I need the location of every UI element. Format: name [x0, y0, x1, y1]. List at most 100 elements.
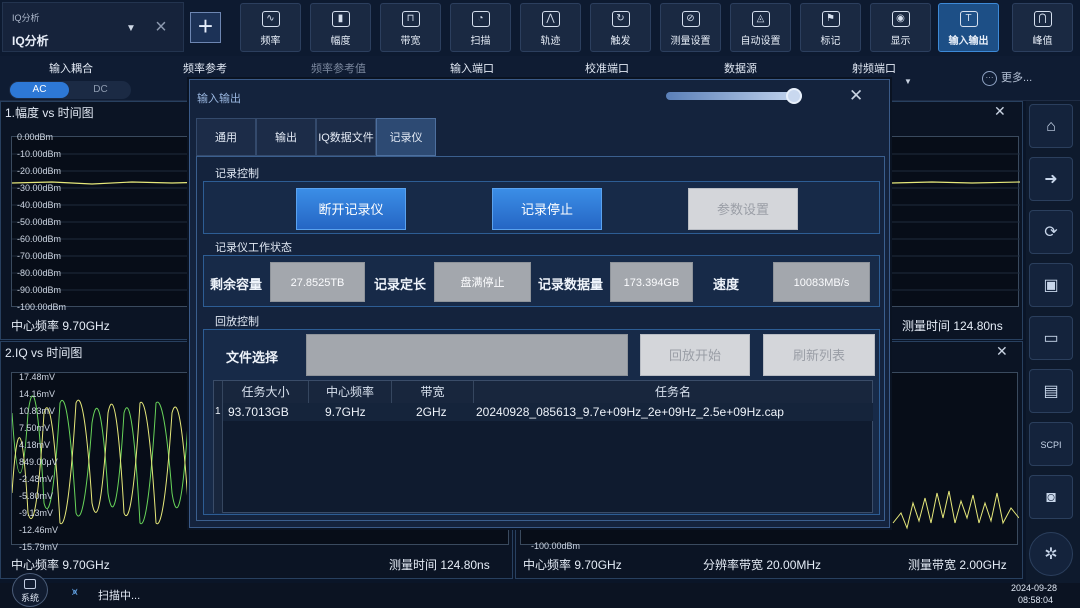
camera-icon[interactable]: ◙ [1029, 475, 1073, 519]
scan-status: 扫描中... [98, 590, 141, 602]
right-sidebar: ⌂ ➜ ⟳ ▣ ▭ ▤ SCPI ◙ ✲ [1026, 101, 1080, 583]
recorder-status-title: 记录仪工作状态 [215, 242, 292, 254]
freq-ref-label[interactable]: 频率参考 [183, 60, 227, 76]
row-task-name: 20240928_085613_9.7e+09Hz_2e+09Hz_2.5e+0… [476, 405, 784, 419]
close-mode-icon[interactable]: × [148, 14, 174, 40]
coupling-toggle[interactable]: AC DC [9, 81, 131, 99]
more-button[interactable]: ··· 更多... [982, 69, 1032, 86]
row-center-freq: 9.7GHz [325, 405, 366, 419]
system-button[interactable]: 系统 [12, 573, 48, 607]
column-header-size[interactable]: 任务大小 [223, 381, 309, 403]
chevron-down-icon: ▼ [904, 77, 912, 86]
mode-name: IQ分析 [12, 34, 49, 48]
resolution-bandwidth: 分辨率带宽 20.00MHz [703, 558, 822, 572]
settings-hub-icon[interactable]: ✲ [1029, 532, 1073, 576]
status-time: 08:58:04 [1018, 595, 1054, 605]
y-axis-label: -50.00dBm [17, 217, 62, 227]
cal-port-label[interactable]: 校准端口 [585, 60, 629, 76]
toolbar-label: 自动设置 [740, 36, 781, 47]
stop-recording-button[interactable]: 记录停止 [492, 188, 602, 230]
task-file-table[interactable]: 任务大小 中心频率 带宽 任务名 1 93.7013GB 9.7GHz 2GHz… [213, 380, 873, 513]
toolbar-button-trigger[interactable]: ↻ 触发 [590, 3, 651, 52]
disconnect-recorder-button[interactable]: 断开记录仪 [296, 188, 406, 230]
y-axis-label: -10.00dBm [17, 149, 62, 159]
rf-port-label[interactable]: 射频端口 [852, 60, 896, 76]
close-icon[interactable]: ✕ [996, 343, 1008, 360]
toolbar-label: 显示 [890, 36, 911, 47]
frequency-icon: ∿ [261, 11, 280, 27]
folder-icon[interactable]: ▭ [1029, 316, 1073, 360]
tab-recorder[interactable]: 记录仪 [376, 118, 436, 156]
column-header-bandwidth[interactable]: 带宽 [392, 381, 474, 403]
y-axis-label: -70.00dBm [17, 251, 62, 261]
y-axis-label: -15.79mV [19, 542, 59, 552]
toolbar-label: 测量设置 [670, 36, 711, 47]
system-icon [24, 579, 36, 589]
speed-value: 10083MB/s [773, 262, 870, 302]
table-corner [214, 381, 223, 403]
toolbar-button-peak[interactable]: ⋂ 峰值 [1012, 3, 1073, 52]
opacity-slider-handle[interactable] [786, 88, 802, 104]
freq-ref-value-label: 频率参考值 [311, 63, 366, 75]
trace-icon: ⋀ [541, 11, 560, 27]
system-label: 系统 [20, 593, 39, 603]
sweep-icon: ◔ [471, 11, 490, 27]
y-axis-label: 14.16mV [19, 389, 56, 399]
tab-general[interactable]: 通用 [196, 118, 256, 156]
record-control-title: 记录控制 [215, 168, 259, 180]
opacity-slider[interactable] [666, 92, 802, 100]
toolbar-button-frequency[interactable]: ∿ 频率 [240, 3, 301, 52]
row-bandwidth: 2GHz [416, 405, 447, 419]
preset-icon[interactable]: ⌂ [1029, 104, 1073, 148]
measure-time: 测量时间 124.80ns [902, 319, 1003, 333]
recorder-status-group: 剩余容量 27.8525TB 记录定长 盘满停止 记录数据量 173.394GB… [203, 255, 880, 307]
toolbar-label: 触发 [610, 36, 631, 47]
center-frequency: 中心频率 9.70GHz [11, 558, 110, 572]
ac-option[interactable]: AC [10, 82, 69, 98]
toolbar-button-measure-setup[interactable]: ⊘ 测量设置 [660, 3, 721, 52]
forward-icon[interactable]: ➜ [1029, 157, 1073, 201]
refresh-icon[interactable]: ⟳ [1029, 210, 1073, 254]
input-port-label[interactable]: 输入端口 [450, 60, 494, 76]
column-header-center-freq[interactable]: 中心频率 [309, 381, 392, 403]
panel-title: 2.IQ vs 时间图 [5, 346, 83, 360]
toolbar-label: 幅度 [330, 36, 351, 47]
parameter-settings-button[interactable]: 参数设置 [688, 188, 798, 230]
y-axis-label: 10.83mV [19, 406, 56, 416]
y-axis-label: -9.13mV [19, 508, 54, 518]
y-axis-label: -80.00dBm [17, 268, 62, 278]
marker-icon: ⚑ [821, 11, 840, 27]
y-axis-label: -2.48mV [19, 474, 54, 484]
y-axis-label: 7.50mV [19, 423, 51, 433]
column-header-task-name[interactable]: 任务名 [474, 381, 872, 403]
report-icon[interactable]: ▤ [1029, 369, 1073, 413]
more-label: 更多... [1001, 72, 1033, 84]
y-axis-label: -30.00dBm [17, 183, 62, 193]
refresh-list-button[interactable]: 刷新列表 [763, 334, 875, 376]
scpi-icon[interactable]: SCPI [1029, 422, 1073, 466]
toolbar-button-display[interactable]: ◉ 显示 [870, 3, 931, 52]
tab-iq-data-file[interactable]: IQ数据文件 [316, 118, 376, 156]
file-select-input[interactable] [306, 334, 628, 376]
fixed-length-value: 盘满停止 [434, 262, 531, 302]
toolbar-button-trace[interactable]: ⋀ 轨迹 [520, 3, 581, 52]
toolbar-button-sweep[interactable]: ◔ 扫描 [450, 3, 511, 52]
measure-time: 测量时间 124.80ns [389, 558, 490, 572]
close-icon[interactable]: ✕ [849, 86, 863, 106]
toolbar-button-marker[interactable]: ⚑ 标记 [800, 3, 861, 52]
add-mode-button[interactable]: + [190, 12, 221, 43]
toolbar-button-amplitude[interactable]: ▮ 幅度 [310, 3, 371, 52]
dc-option[interactable]: DC [71, 82, 130, 98]
save-icon[interactable]: ▣ [1029, 263, 1073, 307]
toolbar-button-input-output[interactable]: T 输入输出 [938, 3, 999, 52]
toolbar-button-auto-setup[interactable]: ◬ 自动设置 [730, 3, 791, 52]
y-axis-label: 849.00μV [19, 457, 58, 467]
playback-start-button[interactable]: 回放开始 [640, 334, 750, 376]
close-icon[interactable]: ✕ [994, 103, 1006, 120]
y-axis-label: -100.00dBm [531, 541, 581, 551]
toolbar-button-bandwidth[interactable]: ⊓ 带宽 [380, 3, 441, 52]
data-source-label[interactable]: 数据源 [724, 60, 757, 76]
tab-output[interactable]: 输出 [256, 118, 316, 156]
y-axis-label: -5.80mV [19, 491, 54, 501]
scan-wave-icon: ⩙ [72, 587, 78, 598]
